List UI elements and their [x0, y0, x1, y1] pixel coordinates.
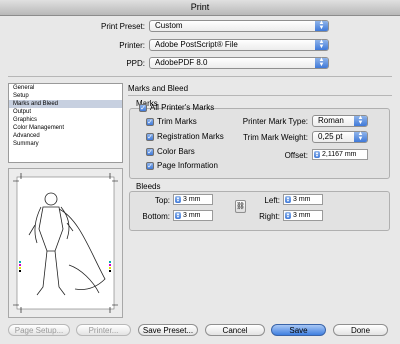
save-button[interactable]: Save	[271, 324, 326, 336]
trim-mark-weight-label: Trim Mark Weight:	[243, 133, 308, 142]
bleeds-group-label: Bleeds	[136, 182, 161, 191]
sidebar-item-setup[interactable]: Setup	[9, 92, 122, 100]
registration-marks-label: Registration Marks	[157, 132, 224, 141]
cancel-button[interactable]: Cancel	[205, 324, 265, 336]
page-information-label: Page Information	[157, 161, 218, 170]
sidebar-item-graphics[interactable]: Graphics	[9, 116, 122, 124]
print-preset-select[interactable]: Custom ▲ ▼	[149, 20, 329, 32]
page-setup-button[interactable]: Page Setup...	[8, 324, 70, 336]
all-printers-marks-checkbox[interactable]: ✓	[139, 104, 147, 112]
bleed-bottom-label: Bottom:	[142, 212, 170, 221]
sidebar-item-color-management[interactable]: Color Management	[9, 124, 122, 132]
chevron-updown-icon: ▲ ▼	[315, 20, 328, 31]
window-title: Print	[190, 2, 210, 12]
stepper-arrows-icon[interactable]: ▲ ▼	[175, 196, 181, 203]
ppd-select[interactable]: AdobePDF 8.0 ▲ ▼	[149, 57, 329, 69]
chevron-updown-icon: ▲ ▼	[354, 115, 367, 126]
bleed-right-value: 3 mm	[293, 212, 311, 219]
trim-marks-label: Trim Marks	[157, 117, 197, 126]
printer-mark-type-value: Roman	[318, 116, 344, 125]
printer-mark-type-select[interactable]: Roman ▲ ▼	[312, 115, 368, 127]
printer-label: Printer:	[119, 41, 145, 50]
color-bars-label: Color Bars	[157, 147, 195, 156]
all-printers-marks-label: All Printer's Marks	[150, 103, 215, 112]
bleed-top-label: Top:	[154, 196, 170, 205]
printer-button[interactable]: Printer...	[76, 324, 131, 336]
printer-select[interactable]: Adobe PostScript® File ▲ ▼	[149, 39, 329, 51]
trim-marks-checkbox[interactable]: ✓	[146, 118, 154, 126]
sidebar-item-summary[interactable]: Summary	[9, 140, 122, 148]
preview-illustration-icon	[13, 173, 118, 313]
section-divider	[128, 95, 392, 96]
chain-link-icon[interactable]: ⛓	[235, 200, 246, 213]
offset-label: Offset:	[284, 151, 308, 160]
chevron-updown-icon: ▲ ▼	[354, 131, 367, 142]
sidebar-item-advanced[interactable]: Advanced	[9, 132, 122, 140]
chevron-updown-icon: ▲ ▼	[315, 57, 328, 68]
bleed-left-value: 3 mm	[293, 196, 311, 203]
bleed-top-value: 3 mm	[183, 196, 201, 203]
color-bars-checkbox[interactable]: ✓	[146, 148, 154, 156]
stepper-arrows-icon[interactable]: ▲ ▼	[285, 196, 291, 203]
sidebar-list: General Setup Marks and Bleed Output Gra…	[8, 83, 123, 163]
bleed-right-stepper[interactable]: ▲ ▼ 3 mm	[283, 210, 323, 221]
stepper-arrows-icon[interactable]: ▲ ▼	[314, 151, 320, 158]
sidebar-item-marks-and-bleed[interactable]: Marks and Bleed	[9, 100, 122, 108]
divider	[8, 76, 392, 77]
offset-stepper[interactable]: ▲ ▼ 2,1167 mm	[312, 149, 368, 160]
ppd-value: AdobePDF 8.0	[155, 58, 208, 67]
trim-mark-weight-select[interactable]: 0,25 pt ▲ ▼	[312, 131, 368, 143]
trim-mark-weight-value: 0,25 pt	[318, 132, 343, 141]
section-title: Marks and Bleed	[128, 84, 189, 93]
printer-value: Adobe PostScript® File	[155, 40, 238, 49]
stepper-arrows-icon[interactable]: ▲ ▼	[175, 212, 181, 219]
chevron-updown-icon: ▲ ▼	[315, 39, 328, 50]
stepper-arrows-icon[interactable]: ▲ ▼	[285, 212, 291, 219]
print-preset-value: Custom	[155, 21, 183, 30]
registration-marks-checkbox[interactable]: ✓	[146, 133, 154, 141]
done-button[interactable]: Done	[333, 324, 388, 336]
save-preset-button[interactable]: Save Preset...	[138, 324, 198, 336]
printer-mark-type-label: Printer Mark Type:	[242, 117, 308, 126]
bleed-left-label: Left:	[264, 196, 280, 205]
bleed-top-stepper[interactable]: ▲ ▼ 3 mm	[173, 194, 213, 205]
print-preset-label: Print Preset:	[100, 22, 145, 31]
bleed-bottom-value: 3 mm	[183, 212, 201, 219]
page-preview	[8, 168, 123, 318]
page-information-checkbox[interactable]: ✓	[146, 162, 154, 170]
title-bar: Print	[0, 0, 400, 16]
bleed-bottom-stepper[interactable]: ▲ ▼ 3 mm	[173, 210, 213, 221]
bleed-left-stepper[interactable]: ▲ ▼ 3 mm	[283, 194, 323, 205]
bleed-right-label: Right:	[259, 212, 280, 221]
sidebar-item-output[interactable]: Output	[9, 108, 122, 116]
offset-value: 2,1167 mm	[322, 151, 357, 158]
ppd-label: PPD:	[126, 59, 145, 68]
sidebar-item-general[interactable]: General	[9, 84, 122, 92]
